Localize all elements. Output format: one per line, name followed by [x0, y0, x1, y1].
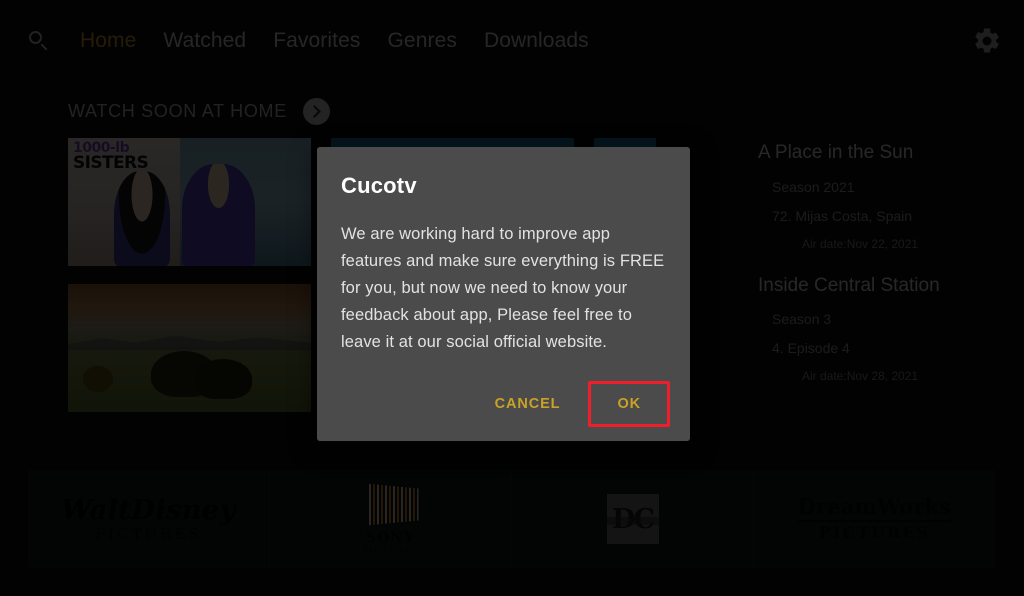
- dialog-title: Cucotv: [341, 173, 417, 198]
- ok-button[interactable]: OK: [588, 381, 670, 428]
- dialog-action-bar: CANCEL OK: [341, 381, 670, 428]
- cucotv-feedback-dialog: Cucotv We are working hard to improve ap…: [317, 147, 690, 442]
- cancel-button[interactable]: CANCEL: [479, 385, 577, 423]
- app-root: Home Watched Favorites Genres Downloads …: [0, 0, 1024, 596]
- dialog-message: We are working hard to improve app featu…: [341, 225, 665, 351]
